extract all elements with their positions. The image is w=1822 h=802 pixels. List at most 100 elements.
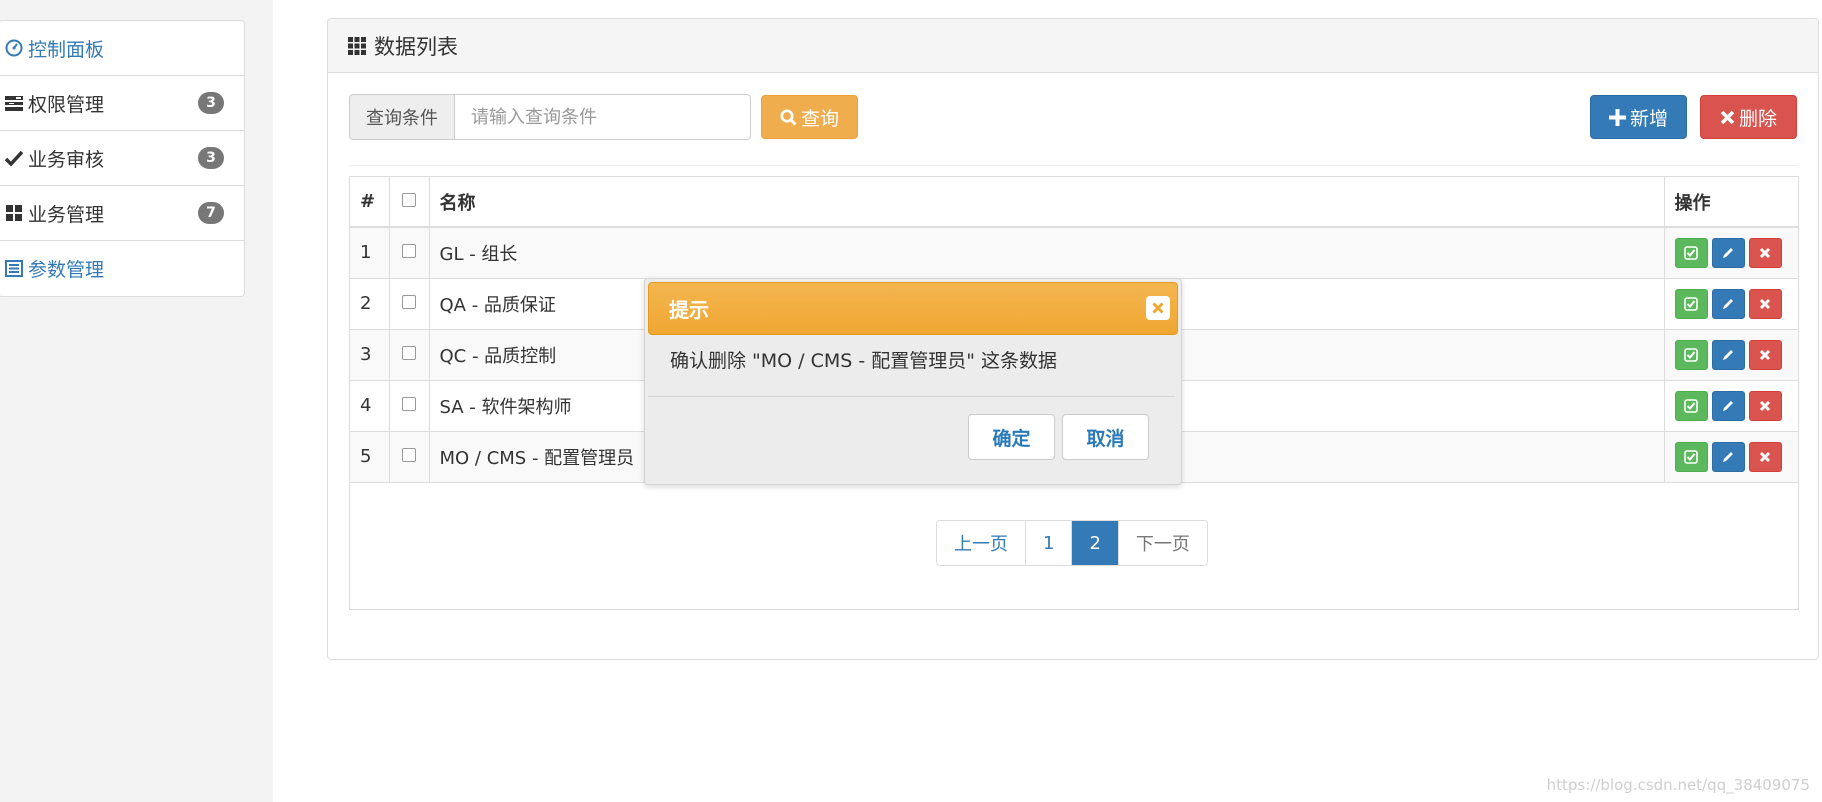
watermark: https://blog.csdn.net/qq_38409075 bbox=[1546, 776, 1810, 794]
row-name: GL - 组长 bbox=[429, 227, 1665, 278]
pencil-icon bbox=[1723, 247, 1733, 258]
panel-heading: 数据列表 bbox=[328, 19, 1818, 73]
grid-icon bbox=[3, 203, 25, 223]
row-checkbox[interactable] bbox=[402, 346, 416, 360]
sidebar-item-label: 控制面板 bbox=[28, 38, 105, 61]
sidebar-item-label: 业务审核 bbox=[28, 148, 105, 171]
count-badge: 7 bbox=[198, 202, 224, 224]
row-delete-button[interactable] bbox=[1748, 237, 1782, 268]
row-checkbox[interactable] bbox=[402, 244, 416, 259]
row-checkbox-cell bbox=[389, 329, 430, 380]
header-index: # bbox=[350, 177, 390, 227]
row-delete-button[interactable] bbox=[1748, 441, 1782, 472]
approve-button[interactable] bbox=[1674, 339, 1708, 370]
sidebar-item-label: 业务管理 bbox=[28, 203, 105, 226]
pencil-icon bbox=[1723, 451, 1733, 462]
approve-button[interactable] bbox=[1674, 441, 1708, 472]
edit-button[interactable] bbox=[1711, 339, 1745, 370]
search-icon bbox=[780, 109, 797, 126]
edit-button[interactable] bbox=[1711, 237, 1745, 268]
header-ops: 操作 bbox=[1674, 192, 1711, 214]
row-delete-button[interactable] bbox=[1748, 339, 1782, 370]
remove-icon bbox=[1759, 451, 1771, 462]
sidebar: 控制面板 权限管理 3 业务审核 3 业务管理 7 参数管理 bbox=[0, 20, 245, 297]
confirm-dialog: 提示 确认删除 "MO / CMS - 配置管理员" 这条数据 确定 取消 bbox=[644, 278, 1182, 485]
pencil-icon bbox=[1723, 400, 1733, 411]
pagination: 上一页 1 2 下一页 bbox=[936, 520, 1208, 566]
table-header-row: # 名称 操作 bbox=[350, 177, 1798, 227]
dialog-header: 提示 bbox=[648, 282, 1178, 335]
edit-button[interactable] bbox=[1711, 441, 1745, 472]
row-checkbox[interactable] bbox=[402, 448, 416, 462]
row-ops bbox=[1664, 329, 1798, 380]
row-checkbox-cell bbox=[389, 431, 430, 482]
header-checkbox-cell bbox=[389, 177, 430, 227]
panel-title: 数据列表 bbox=[374, 34, 458, 59]
page-1-link[interactable]: 1 bbox=[1026, 521, 1073, 565]
page-2-link[interactable]: 2 bbox=[1072, 521, 1119, 565]
add-button-label: 新增 bbox=[1629, 107, 1668, 130]
dialog-title: 提示 bbox=[669, 298, 709, 322]
row-ops bbox=[1664, 278, 1798, 329]
pencil-icon bbox=[1723, 298, 1733, 309]
pencil-icon bbox=[1723, 349, 1733, 360]
sidebar-item-review[interactable]: 业务审核 3 bbox=[0, 131, 244, 186]
check-square-icon bbox=[1684, 398, 1698, 413]
search-button[interactable]: 查询 bbox=[761, 95, 858, 139]
row-ops bbox=[1664, 431, 1798, 482]
approve-button[interactable] bbox=[1674, 237, 1708, 268]
row-index: 3 bbox=[350, 329, 390, 380]
check-square-icon bbox=[1684, 347, 1698, 362]
row-checkbox-cell bbox=[389, 227, 430, 278]
delete-button-label: 删除 bbox=[1738, 107, 1777, 130]
prev-page-link[interactable]: 上一页 bbox=[937, 521, 1026, 565]
dialog-ok-button[interactable]: 确定 bbox=[968, 414, 1055, 460]
edit-button[interactable] bbox=[1711, 288, 1745, 319]
next-page-link[interactable]: 下一页 bbox=[1118, 521, 1207, 565]
row-index: 2 bbox=[350, 278, 390, 329]
dialog-close-button[interactable] bbox=[1146, 296, 1170, 320]
sidebar-item-permissions[interactable]: 权限管理 3 bbox=[0, 76, 244, 131]
sidebar-item-label: 权限管理 bbox=[28, 93, 105, 116]
query-input[interactable] bbox=[454, 94, 751, 140]
row-ops bbox=[1664, 227, 1798, 278]
row-checkbox-cell bbox=[389, 380, 430, 431]
dialog-cancel-button[interactable]: 取消 bbox=[1062, 414, 1149, 460]
row-checkbox[interactable] bbox=[402, 295, 416, 309]
list-alt-icon bbox=[3, 259, 25, 279]
check-square-icon bbox=[1684, 449, 1698, 464]
sidebar-item-dashboard[interactable]: 控制面板 bbox=[0, 21, 244, 76]
count-badge: 3 bbox=[198, 147, 224, 169]
row-delete-button[interactable] bbox=[1748, 288, 1782, 319]
row-checkbox-cell bbox=[389, 278, 430, 329]
row-checkbox[interactable] bbox=[402, 397, 416, 411]
sidebar-item-business[interactable]: 业务管理 7 bbox=[0, 186, 244, 241]
sidebar-item-params[interactable]: 参数管理 bbox=[0, 241, 244, 296]
select-all-checkbox[interactable] bbox=[402, 193, 416, 207]
dialog-divider bbox=[648, 396, 1175, 397]
toolbar: 查询条件 查询 新增 删除 bbox=[349, 94, 1797, 166]
header-name: 名称 bbox=[429, 177, 1665, 227]
row-delete-button[interactable] bbox=[1748, 390, 1782, 421]
check-square-icon bbox=[1684, 245, 1698, 260]
row-ops bbox=[1664, 380, 1798, 431]
check-square-icon bbox=[1684, 296, 1698, 311]
remove-icon bbox=[1759, 349, 1771, 360]
delete-button[interactable]: 删除 bbox=[1700, 95, 1797, 139]
approve-button[interactable] bbox=[1674, 288, 1708, 319]
row-index: 5 bbox=[350, 431, 390, 482]
count-badge: 3 bbox=[198, 92, 224, 114]
approve-button[interactable] bbox=[1674, 390, 1708, 421]
dashboard-icon bbox=[3, 38, 25, 58]
check-icon bbox=[3, 148, 25, 168]
plus-icon bbox=[1608, 108, 1626, 126]
remove-icon bbox=[1720, 110, 1735, 124]
remove-icon bbox=[1759, 400, 1771, 411]
search-button-label: 查询 bbox=[800, 107, 839, 130]
table-row: 1 GL - 组长 bbox=[350, 227, 1798, 278]
remove-icon bbox=[1759, 298, 1771, 309]
query-input-group: 查询条件 bbox=[349, 94, 751, 140]
edit-button[interactable] bbox=[1711, 390, 1745, 421]
add-button[interactable]: 新增 bbox=[1590, 95, 1687, 139]
remove-icon bbox=[1759, 247, 1771, 258]
